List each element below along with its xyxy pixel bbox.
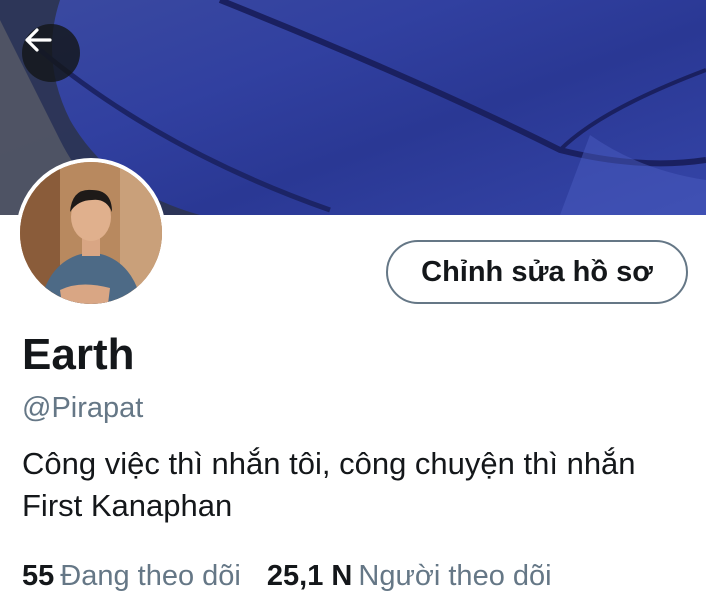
- edit-profile-button[interactable]: Chỉnh sửa hồ sơ: [386, 240, 688, 304]
- followers-stat[interactable]: 25,1 N Người theo dõi: [267, 560, 552, 593]
- following-stat[interactable]: 55 Đang theo dõi: [22, 560, 241, 593]
- avatar[interactable]: [16, 158, 166, 308]
- back-button[interactable]: [22, 24, 80, 82]
- avatar-image: [20, 162, 162, 304]
- profile-bio: Công việc thì nhắn tôi, công chuyện thì …: [22, 446, 636, 523]
- following-label: Đang theo dõi: [60, 560, 241, 592]
- followers-count: 25,1 N: [266, 560, 353, 592]
- profile-handle: @Pirapat: [22, 392, 144, 424]
- following-count: 55: [22, 560, 55, 592]
- profile-stats: 55 Đang theo dõi 25,1 N Người theo dõi: [22, 560, 570, 593]
- followers-label: Người theo dõi: [358, 560, 552, 592]
- edit-profile-button-label: Chỉnh sửa hồ sơ: [421, 255, 653, 288]
- profile-name: Earth: [22, 330, 135, 379]
- arrow-left-icon: [25, 28, 52, 52]
